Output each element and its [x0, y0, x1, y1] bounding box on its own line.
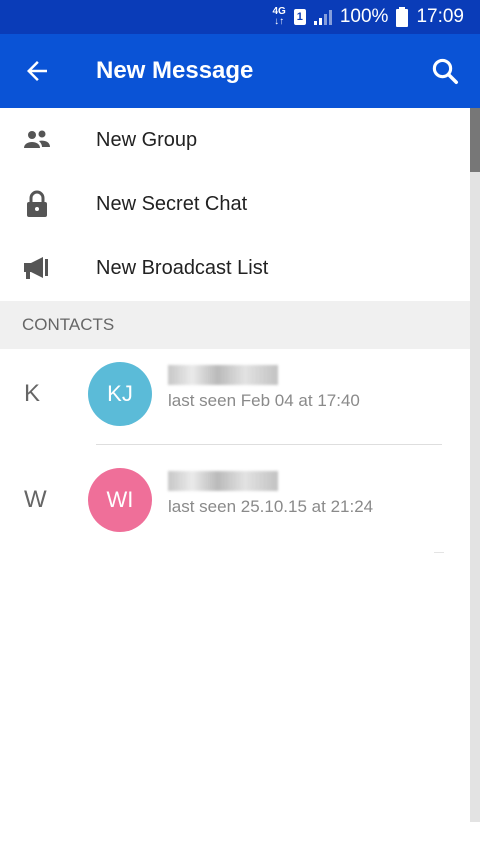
contact-name-blurred	[168, 471, 278, 491]
index-letter: W	[24, 486, 47, 513]
new-group-item[interactable]: New Group	[0, 108, 470, 172]
status-bar: 4G ↓↑ 1 100% 17:09	[0, 0, 480, 34]
row-divider	[434, 552, 444, 553]
contact-row[interactable]: W WI last seen 25.10.15 at 21:24	[0, 455, 470, 545]
arrow-left-icon[interactable]	[22, 56, 52, 86]
avatar: WI	[88, 468, 152, 532]
new-group-label: New Group	[96, 129, 198, 151]
battery-percent: 100%	[339, 6, 389, 27]
app-bar: New Message	[0, 34, 480, 108]
page-title: New Message	[96, 57, 254, 84]
new-broadcast-list-item[interactable]: New Broadcast List	[0, 236, 470, 300]
index-letter: K	[24, 380, 41, 407]
row-divider	[96, 444, 442, 445]
group-icon	[24, 130, 50, 148]
contact-row[interactable]: K KJ last seen Feb 04 at 17:40	[0, 349, 470, 439]
scrollbar-thumb[interactable]	[470, 108, 480, 172]
lock-icon	[27, 190, 47, 217]
search-icon[interactable]	[430, 56, 460, 86]
megaphone-icon	[24, 257, 48, 279]
scrollbar-track[interactable]	[470, 108, 480, 822]
new-secret-chat-item[interactable]: New Secret Chat	[0, 172, 470, 236]
network-indicator: 4G ↓↑	[272, 6, 286, 27]
sim-icon: 1	[293, 9, 306, 25]
last-seen-text: last seen 25.10.15 at 21:24	[168, 497, 374, 516]
contact-name-blurred	[168, 365, 278, 385]
new-secret-chat-label: New Secret Chat	[96, 193, 248, 215]
last-seen-text: last seen Feb 04 at 17:40	[168, 391, 360, 410]
battery-icon	[396, 7, 409, 27]
avatar: KJ	[88, 362, 152, 426]
new-broadcast-list-label: New Broadcast List	[96, 257, 269, 279]
status-icons: 4G ↓↑ 1 100% 17:09	[272, 0, 464, 34]
clock: 17:09	[416, 6, 464, 27]
contacts-section-header: CONTACTS	[0, 301, 480, 349]
signal-icon	[313, 10, 332, 25]
